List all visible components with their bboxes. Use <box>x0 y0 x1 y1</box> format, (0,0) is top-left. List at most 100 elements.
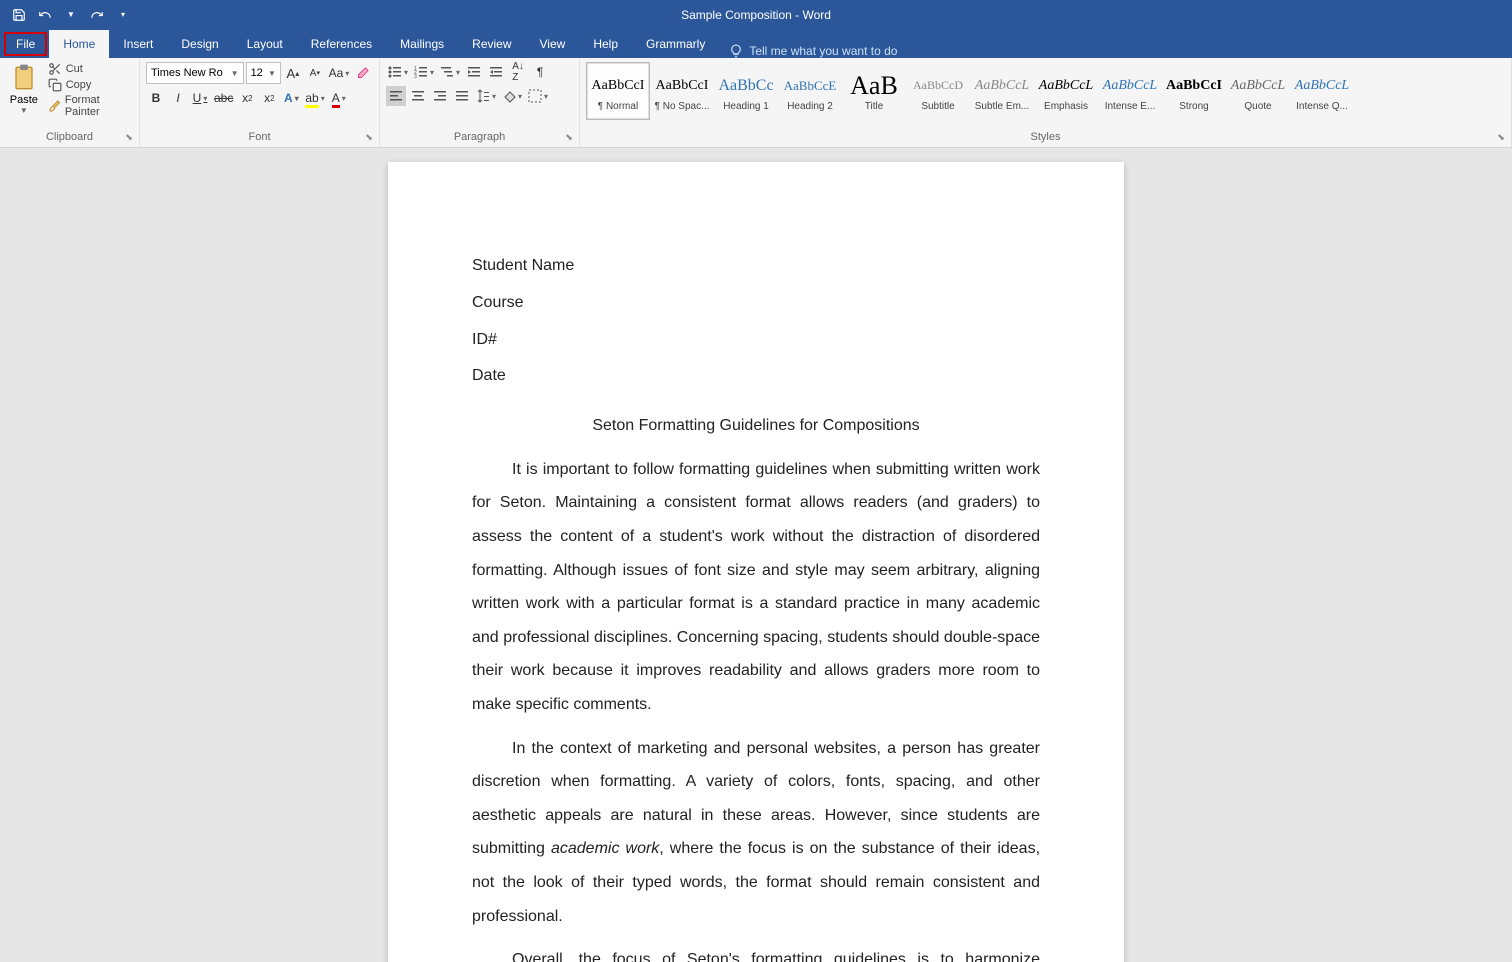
style-item-heading-1[interactable]: AaBbCcHeading 1 <box>714 62 778 120</box>
shrink-font-button[interactable]: A▾ <box>305 63 325 83</box>
italic-button[interactable]: I <box>168 88 188 108</box>
underline-button[interactable]: U▾ <box>190 88 210 108</box>
align-right-button[interactable] <box>430 86 450 106</box>
decrease-indent-button[interactable] <box>464 62 484 82</box>
copy-button[interactable]: Copy <box>48 78 133 92</box>
multilevel-list-button[interactable]: ▾ <box>438 62 462 82</box>
tab-insert[interactable]: Insert <box>109 30 167 58</box>
superscript-button[interactable]: x2 <box>259 88 279 108</box>
align-center-button[interactable] <box>408 86 428 106</box>
change-case-button[interactable]: Aa▾ <box>327 63 351 83</box>
style-item-subtitle[interactable]: AaBbCcDSubtitle <box>906 62 970 120</box>
header-course: Course <box>472 289 1040 318</box>
styles-dialog-launcher-icon[interactable]: ⬊ <box>1494 130 1508 144</box>
justify-button[interactable] <box>452 86 472 106</box>
undo-icon[interactable] <box>34 4 56 26</box>
highlight-color-button[interactable]: ab▾ <box>303 88 326 108</box>
style-name: Heading 1 <box>723 101 769 112</box>
style-item--no-spac-[interactable]: AaBbCcI¶ No Spac... <box>650 62 714 120</box>
tab-grammarly[interactable]: Grammarly <box>632 30 719 58</box>
tab-mailings[interactable]: Mailings <box>386 30 458 58</box>
strikethrough-button[interactable]: abc <box>212 88 235 108</box>
page-content[interactable]: Student Name Course ID# Date Seton Forma… <box>472 252 1040 962</box>
bullets-button[interactable]: ▾ <box>386 62 410 82</box>
style-item-quote[interactable]: AaBbCcLQuote <box>1226 62 1290 120</box>
borders-icon <box>528 89 542 103</box>
style-sample: AaBbCcD <box>913 71 963 101</box>
style-item-title[interactable]: AaBTitle <box>842 62 906 120</box>
format-painter-button[interactable]: Format Painter <box>48 94 133 118</box>
paragraph-3: Overall, the focus of Seton's formatting… <box>472 943 1040 962</box>
font-size-value: 12 <box>251 67 263 79</box>
page: Student Name Course ID# Date Seton Forma… <box>388 162 1124 962</box>
font-dialog-launcher-icon[interactable]: ⬊ <box>362 130 376 144</box>
indent-icon <box>489 65 503 79</box>
subscript-button[interactable]: x2 <box>237 88 257 108</box>
shading-button[interactable]: ▾ <box>500 86 524 106</box>
cut-button[interactable]: Cut <box>48 62 133 76</box>
eraser-icon <box>356 66 370 80</box>
style-item--normal[interactable]: AaBbCcI¶ Normal <box>586 62 650 120</box>
numbering-button[interactable]: 123▾ <box>412 62 436 82</box>
style-sample: AaBbCcL <box>975 71 1029 101</box>
grow-font-button[interactable]: A▴ <box>283 63 303 83</box>
show-paragraph-marks-button[interactable]: ¶ <box>530 62 550 82</box>
paint-bucket-icon <box>502 89 516 103</box>
tab-view[interactable]: View <box>526 30 580 58</box>
redo-icon[interactable] <box>86 4 108 26</box>
document-title: Seton Formatting Guidelines for Composit… <box>472 409 1040 443</box>
font-name-selector[interactable]: Times New Ro ▼ <box>146 62 244 84</box>
tab-file[interactable]: File <box>4 32 47 56</box>
qat-customize-icon[interactable]: ▾ <box>112 4 134 26</box>
save-icon[interactable] <box>8 4 30 26</box>
format-painter-label: Format Painter <box>65 94 133 118</box>
paragraph-2-italic: academic work <box>551 840 659 857</box>
tab-home[interactable]: Home <box>49 30 109 58</box>
multilevel-list-icon <box>440 65 454 79</box>
svg-text:3: 3 <box>414 74 417 79</box>
undo-dropdown-icon[interactable]: ▼ <box>60 4 82 26</box>
style-name: Title <box>865 101 884 112</box>
increase-indent-button[interactable] <box>486 62 506 82</box>
paragraph-group-label: Paragraph <box>386 131 573 145</box>
group-font: Times New Ro ▼ 12 ▼ A▴ A▾ Aa▾ B I U▾ abc… <box>140 58 380 147</box>
style-item-intense-q-[interactable]: AaBbCcLIntense Q... <box>1290 62 1354 120</box>
number-list-icon: 123 <box>414 65 428 79</box>
align-left-button[interactable] <box>386 86 406 106</box>
title-bar: ▼ ▾ Sample Composition - Word <box>0 0 1512 29</box>
style-item-strong[interactable]: AaBbCcIStrong <box>1162 62 1226 120</box>
sort-button[interactable]: A↓Z <box>508 62 528 82</box>
style-item-subtle-em-[interactable]: AaBbCcLSubtle Em... <box>970 62 1034 120</box>
style-item-intense-e-[interactable]: AaBbCcLIntense E... <box>1098 62 1162 120</box>
font-size-selector[interactable]: 12 ▼ <box>246 62 281 84</box>
text-effects-button[interactable]: A▾ <box>281 88 301 108</box>
group-clipboard: Paste ▼ Cut Copy Format Painter Clipboar… <box>0 58 140 147</box>
style-sample: AaBbCcI <box>656 71 709 101</box>
paste-button[interactable]: Paste ▼ <box>6 62 42 118</box>
style-sample: AaBbCcI <box>592 71 645 101</box>
style-item-heading-2[interactable]: AaBbCcEHeading 2 <box>778 62 842 120</box>
paragraph-dialog-launcher-icon[interactable]: ⬊ <box>562 130 576 144</box>
tab-design[interactable]: Design <box>167 30 232 58</box>
clear-formatting-button[interactable] <box>353 63 373 83</box>
tell-me-search[interactable]: Tell me what you want to do <box>729 44 897 58</box>
style-name: Strong <box>1179 101 1208 112</box>
tab-help[interactable]: Help <box>579 30 632 58</box>
bold-button[interactable]: B <box>146 88 166 108</box>
style-item-emphasis[interactable]: AaBbCcLEmphasis <box>1034 62 1098 120</box>
style-sample: AaBbCcL <box>1231 71 1285 101</box>
borders-button[interactable]: ▾ <box>526 86 550 106</box>
quick-access-toolbar: ▼ ▾ <box>0 4 134 26</box>
paste-dropdown-icon[interactable]: ▼ <box>20 106 28 115</box>
style-name: Heading 2 <box>787 101 833 112</box>
font-color-button[interactable]: A▾ <box>329 88 349 108</box>
tab-layout[interactable]: Layout <box>233 30 297 58</box>
line-spacing-button[interactable]: ▾ <box>474 86 498 106</box>
header-id: ID# <box>472 326 1040 355</box>
document-area[interactable]: Student Name Course ID# Date Seton Forma… <box>0 148 1512 962</box>
tab-review[interactable]: Review <box>458 30 525 58</box>
style-name: Quote <box>1244 101 1271 112</box>
tab-references[interactable]: References <box>297 30 386 58</box>
clipboard-dialog-launcher-icon[interactable]: ⬊ <box>122 130 136 144</box>
font-name-value: Times New Ro <box>151 67 223 79</box>
